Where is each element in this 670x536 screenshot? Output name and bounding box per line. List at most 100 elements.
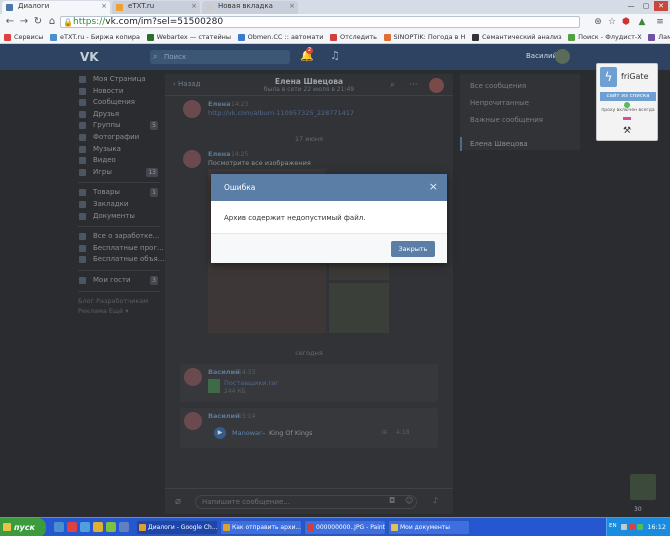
sidebar-footer-links[interactable]: Блог Разработчикам (78, 296, 160, 306)
play-icon[interactable]: ▶ (214, 427, 226, 439)
close-icon[interactable]: × (429, 181, 438, 192)
sidebar-item-photos[interactable]: Фотографии (78, 132, 160, 144)
filter-all-messages[interactable]: Все сообщения (470, 82, 526, 90)
tab-dialogs[interactable]: Диалоги × (2, 1, 110, 14)
sidebar-item-app2[interactable]: Бесплатные прог... (78, 243, 164, 255)
home-icon (79, 76, 86, 83)
tray-icon[interactable] (621, 524, 627, 530)
maximize-icon[interactable]: ▢ (639, 1, 653, 11)
user-name[interactable]: Василий (526, 52, 557, 60)
online-friend-avatar[interactable] (630, 474, 656, 500)
menu-icon[interactable]: ≡ (654, 16, 666, 28)
avatar[interactable] (183, 100, 201, 118)
sidebar-item-my-page[interactable]: Моя Страница (78, 74, 160, 86)
sidebar-item-app3[interactable]: Бесплатные объя... (78, 254, 164, 266)
minimize-icon[interactable]: — (624, 1, 638, 11)
wrench-icon[interactable]: ⚒ (623, 126, 631, 136)
forward-arrow-icon[interactable]: → (18, 16, 30, 28)
bookmark-item[interactable]: Семантический анализ (471, 30, 562, 43)
emoji-icon[interactable]: ☺ (405, 496, 413, 505)
quicklaunch-skype-icon[interactable] (80, 522, 90, 532)
star-icon[interactable]: ☆ (606, 16, 618, 28)
translate-icon[interactable]: ⊛ (592, 16, 604, 28)
tray-icon[interactable] (637, 524, 643, 530)
sidebar-label: Видео (93, 156, 116, 165)
sidebar-item-groups[interactable]: Группы 5 (78, 120, 160, 132)
taskbar-item-chrome2[interactable]: Как отправить архи... (220, 520, 302, 535)
message-author[interactable]: Елена (208, 150, 231, 158)
bookmark-item[interactable]: Webartex — статейны (146, 30, 231, 43)
message-author[interactable]: Елена (208, 100, 231, 108)
tab-etxt[interactable]: eTXT.ru × (112, 1, 200, 14)
audio-artist[interactable]: Manowar (232, 429, 262, 437)
quicklaunch-app-icon[interactable] (119, 522, 129, 532)
bookmark-label: Поиск - Флудист-Х (578, 33, 642, 41)
microphone-icon[interactable]: ♪ (433, 496, 438, 505)
tab-new[interactable]: Новая вкладка × (202, 1, 298, 14)
bookmark-item[interactable]: SINOPTIK: Погода в Н (383, 30, 465, 43)
contact-avatar[interactable] (429, 78, 444, 93)
bookmark-item[interactable]: Отследить (329, 30, 377, 43)
avatar[interactable] (184, 412, 202, 430)
start-label: пуск (14, 523, 35, 532)
sidebar-item-documents[interactable]: Документы (78, 211, 160, 223)
sidebar-footer-links[interactable]: Реклама Ещё ▾ (78, 306, 160, 316)
taskbar-item-chrome[interactable]: Диалоги - Google Ch... (136, 520, 218, 535)
message-input[interactable]: Напишите сообщение... (195, 495, 417, 509)
back-arrow-icon[interactable]: ← (4, 16, 16, 28)
active-dialog-item[interactable]: Елена Швецова (460, 137, 580, 151)
message-author[interactable]: Василий (208, 368, 240, 376)
taskbar-item-documents[interactable]: Мои документы (388, 520, 470, 535)
paperclip-icon[interactable]: ⌀ (175, 496, 181, 507)
reload-icon[interactable]: ↻ (32, 16, 44, 28)
sidebar-item-friends[interactable]: Друзья (78, 109, 160, 121)
sidebar-item-music[interactable]: Музыка (78, 144, 160, 156)
photo-attachment[interactable] (329, 283, 389, 333)
sidebar-item-guests[interactable]: Мои гости 3 (78, 275, 160, 287)
bookmark-item[interactable]: eTXT.ru - Биржа копира (49, 30, 140, 43)
taskbar-item-paint[interactable]: 000000000..JPG - Paint (304, 520, 386, 535)
close-window-icon[interactable]: ✕ (654, 1, 668, 11)
filter-important[interactable]: Важные сообщения (470, 116, 543, 124)
camera-icon[interactable]: ◘ (389, 496, 395, 505)
bookmark-item[interactable]: Лампа LED 5W E27 сво (648, 30, 670, 43)
tab-close-icon[interactable]: × (101, 2, 107, 10)
tab-close-icon[interactable]: × (191, 2, 197, 10)
adblock-icon[interactable]: ⬢ (620, 16, 632, 28)
message-author[interactable]: Василий (208, 412, 240, 420)
document-name[interactable]: Поставщики.rar (224, 379, 278, 387)
extension-icon[interactable]: ▲ (636, 16, 648, 28)
tab-close-icon[interactable]: × (289, 2, 295, 10)
tray-icon[interactable] (629, 524, 635, 530)
filter-unread[interactable]: Непрочитанные (470, 99, 529, 107)
quicklaunch-chrome-icon[interactable] (93, 522, 103, 532)
bookmark-item[interactable]: Сервисы (4, 30, 43, 43)
more-icon[interactable]: ··· (409, 80, 418, 90)
home-icon[interactable]: ⌂ (46, 16, 58, 28)
sidebar-item-bookmarks[interactable]: Закладки (78, 199, 160, 211)
sidebar-item-goods[interactable]: Товары 1 (78, 187, 160, 199)
message-link[interactable]: http://vk.com/album-110957325_228771417 (208, 109, 354, 117)
avatar[interactable] (183, 150, 201, 168)
sidebar-item-app1[interactable]: Все о заработке... (78, 231, 160, 243)
vk-search-input[interactable]: ⌕ Поиск (150, 50, 290, 64)
sidebar-item-video[interactable]: Видео (78, 155, 160, 167)
quicklaunch-desktop-icon[interactable] (54, 522, 64, 532)
avatar[interactable] (184, 368, 202, 386)
sidebar-item-messages[interactable]: Сообщения (78, 97, 160, 109)
music-note-icon[interactable]: ♫ (330, 49, 340, 62)
search-icon[interactable]: ⌕ (390, 80, 395, 90)
close-button[interactable]: Закрыть (391, 241, 435, 257)
address-bar[interactable]: 🔒 https://vk.com/im?sel=51500280 (60, 16, 580, 28)
language-indicator[interactable]: EN (609, 523, 617, 529)
bookmark-item[interactable]: Obmen.CC :: автомати (237, 30, 323, 43)
vk-logo[interactable]: VK (80, 50, 99, 64)
quicklaunch-app-icon[interactable] (106, 522, 116, 532)
user-avatar[interactable] (555, 49, 570, 64)
frigate-site-button[interactable]: сайт из списка www (600, 92, 656, 108)
quicklaunch-opera-icon[interactable] (67, 522, 77, 532)
start-button[interactable]: пуск (0, 518, 46, 536)
sidebar-item-games[interactable]: Игры 13 (78, 167, 160, 179)
sidebar-item-news[interactable]: Новости (78, 86, 160, 98)
bookmark-item[interactable]: Поиск - Флудист-Х (568, 30, 642, 43)
